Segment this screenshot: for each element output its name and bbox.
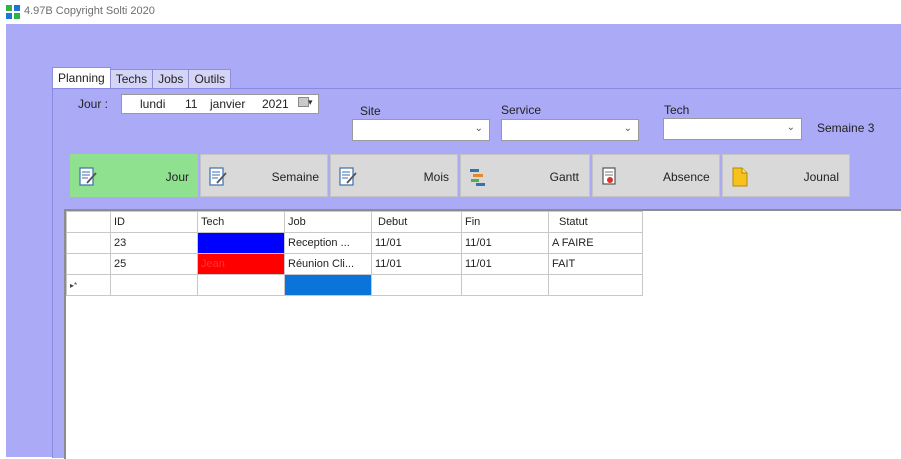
cell-debut[interactable]: 11/01	[371, 232, 462, 254]
column-header-statut[interactable]: Statut	[548, 211, 643, 233]
service-select[interactable]: ⌄	[501, 119, 639, 141]
column-header-id[interactable]: ID	[110, 211, 198, 233]
tech-label: Tech	[664, 103, 690, 117]
view-jour-button[interactable]: Jour	[70, 154, 198, 197]
cell-job[interactable]: Reception ...	[284, 232, 372, 254]
cell-statut[interactable]: FAIT	[548, 253, 643, 275]
edit-note-icon	[209, 167, 227, 186]
chevron-down-icon[interactable]: ▾	[308, 97, 313, 108]
view-mois-button[interactable]: Mois	[330, 154, 458, 197]
gantt-icon	[470, 169, 485, 186]
week-label: Semaine 3	[817, 121, 875, 135]
cell-debut[interactable]: 11/01	[371, 253, 462, 275]
date-month: janvier	[210, 97, 246, 111]
view-journal-label: Jounal	[803, 170, 839, 184]
cell-job-selected[interactable]	[284, 274, 372, 296]
row-header[interactable]	[66, 232, 111, 254]
app-grid-icon	[6, 5, 20, 19]
service-label: Service	[501, 103, 542, 117]
cell-tech[interactable]: Loic	[197, 232, 285, 254]
chevron-down-icon[interactable]: ⌄	[787, 122, 795, 133]
tech-select[interactable]: ⌄	[663, 118, 802, 140]
cell-tech[interactable]	[197, 274, 285, 296]
date-day: 11	[185, 97, 198, 111]
view-semaine-button[interactable]: Semaine	[200, 154, 328, 197]
cell-tech[interactable]: Jean	[197, 253, 285, 275]
site-select[interactable]: ⌄	[352, 119, 490, 141]
column-header-debut[interactable]: Debut	[371, 211, 462, 233]
tab-techs[interactable]: Techs	[109, 69, 154, 88]
column-header-fin[interactable]: Fin	[461, 211, 549, 233]
chevron-down-icon[interactable]: ⌄	[475, 123, 483, 134]
cell-debut[interactable]	[371, 274, 462, 296]
view-absence-label: Absence	[663, 170, 710, 184]
tab-jobs[interactable]: Jobs	[152, 69, 190, 88]
site-label: Site	[360, 104, 381, 118]
edit-note-icon	[339, 167, 357, 186]
cell-id[interactable]	[110, 274, 198, 296]
window-title: 4.97B Copyright Solti 2020	[24, 5, 155, 17]
grid-header-row: ID Tech Job Debut Fin Statut	[66, 211, 643, 233]
view-mois-label: Mois	[423, 170, 449, 184]
row-header[interactable]	[66, 253, 111, 275]
view-absence-button[interactable]: Absence	[592, 154, 720, 197]
cell-id[interactable]: 23	[110, 232, 198, 254]
new-row-marker[interactable]: ▸*	[66, 274, 111, 296]
cell-id[interactable]: 25	[110, 253, 198, 275]
planning-grid: ID Tech Job Debut Fin Statut 23 Loic Rec…	[66, 211, 643, 296]
view-gantt-label: Gantt	[549, 170, 579, 184]
main-tabs: Planning Techs Jobs Outils	[52, 67, 232, 89]
view-journal-button[interactable]: Jounal	[722, 154, 850, 197]
new-row-marker-glyph: ▸*	[70, 281, 78, 290]
column-header-job[interactable]: Job	[284, 211, 372, 233]
date-year: 2021	[262, 97, 289, 111]
view-jour-label: Jour	[165, 170, 189, 184]
cell-fin[interactable]: 11/01	[461, 253, 549, 275]
certificate-icon	[602, 167, 616, 185]
document-icon	[732, 167, 748, 187]
edit-note-icon	[79, 167, 97, 186]
view-semaine-label: Semaine	[271, 170, 319, 184]
tab-outils[interactable]: Outils	[188, 69, 232, 88]
table-row[interactable]: 23 Loic Reception ... 11/01 11/01 A FAIR…	[66, 232, 643, 254]
cell-job[interactable]: Réunion Cli...	[284, 253, 372, 275]
new-row[interactable]: ▸*	[66, 274, 643, 296]
jour-label: Jour :	[78, 97, 109, 111]
cell-statut[interactable]: A FAIRE	[548, 232, 643, 254]
column-header-tech[interactable]: Tech	[197, 211, 285, 233]
date-weekday: lundi	[140, 97, 166, 111]
chevron-down-icon[interactable]: ⌄	[624, 123, 632, 134]
cell-fin[interactable]	[461, 274, 549, 296]
date-picker[interactable]: lundi 11 janvier 2021 ▾	[121, 94, 319, 114]
tab-planning[interactable]: Planning	[52, 67, 111, 89]
cell-fin[interactable]: 11/01	[461, 232, 549, 254]
row-header-corner	[66, 211, 111, 233]
table-row[interactable]: 25 Jean Réunion Cli... 11/01 11/01 FAIT	[66, 253, 643, 275]
view-gantt-button[interactable]: Gantt	[460, 154, 590, 197]
cell-statut[interactable]	[548, 274, 643, 296]
title-bar: 4.97B Copyright Solti 2020	[0, 0, 901, 24]
